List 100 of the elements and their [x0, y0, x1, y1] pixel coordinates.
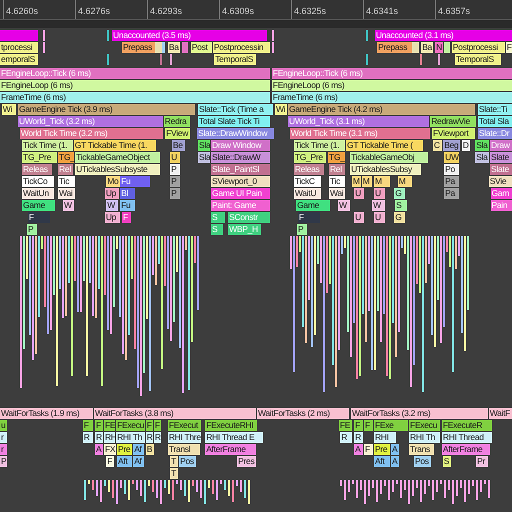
timing-event[interactable]: Prepass	[122, 42, 155, 53]
timing-event[interactable]: W	[338, 200, 350, 211]
timing-event[interactable]: Total Sla	[478, 116, 512, 127]
timing-event[interactable]	[182, 42, 188, 53]
timing-event[interactable]	[170, 54, 172, 65]
timing-event[interactable]: FExecuteR	[442, 420, 492, 431]
timing-event[interactable]: A	[391, 444, 400, 455]
timing-event[interactable]: A	[354, 444, 363, 455]
timing-event[interactable]: AfterFrame	[205, 444, 256, 455]
timing-event[interactable]: TickCo	[22, 176, 54, 187]
timing-event[interactable]: Transl	[168, 444, 200, 455]
timing-event[interactable]: WaitForTasks (2 ms)	[256, 408, 350, 419]
timing-event[interactable]: Slate::DrawW	[211, 152, 270, 163]
timing-event[interactable]	[420, 54, 422, 65]
timing-event[interactable]	[366, 54, 368, 65]
timing-event[interactable]: Up	[104, 188, 120, 199]
timing-event[interactable]: F	[106, 456, 114, 467]
timing-event[interactable]: RHI Thread	[442, 432, 492, 443]
timing-event[interactable]: R	[94, 432, 104, 443]
timing-event[interactable]: U	[374, 188, 386, 199]
timing-event[interactable]: Up	[104, 212, 120, 223]
timing-event[interactable]: r	[0, 432, 8, 443]
timing-event[interactable]: RHI Thre	[168, 432, 202, 443]
timing-event[interactable]: WaitForTasks (1.9 ms)	[0, 408, 94, 419]
timing-event[interactable]: Pre	[117, 444, 132, 455]
timing-event[interactable]: Pa	[444, 176, 459, 187]
timing-event[interactable]: FEngineLoop (6 ms)	[0, 80, 270, 91]
timing-event[interactable]: U	[354, 212, 364, 223]
timing-event[interactable]: WaitF	[488, 408, 512, 419]
timing-event[interactable]	[438, 54, 440, 65]
timing-event[interactable]: Pa	[444, 188, 459, 199]
timing-event[interactable]: Slate	[490, 152, 512, 163]
timing-event[interactable]: GT Tickable Time (	[346, 140, 423, 151]
timing-event[interactable]: WaitForTasks (3.2 ms)	[351, 408, 488, 419]
timing-event[interactable]	[162, 42, 166, 53]
timing-event[interactable]: TG_Pre	[294, 152, 326, 163]
timing-event[interactable]: R	[82, 432, 94, 443]
timing-event[interactable]: F	[364, 420, 374, 431]
timing-event[interactable]: Postprocessi	[452, 42, 505, 53]
timing-event[interactable]: R	[340, 432, 352, 443]
timing-event[interactable]: Slate::Tick (Time a	[198, 104, 274, 115]
timing-event[interactable]: FrameTime (6 ms)	[272, 92, 512, 103]
timing-event[interactable]: R	[154, 432, 162, 443]
timing-event[interactable]: M	[374, 176, 390, 187]
timing-event[interactable]: Ba	[421, 42, 433, 53]
timing-event[interactable]: TG_Pre	[22, 152, 58, 163]
timing-event[interactable]	[366, 30, 368, 41]
timing-event[interactable]: RHI Th	[409, 432, 440, 443]
timing-event[interactable]: Sla	[475, 140, 489, 151]
timing-event[interactable]: TickC	[294, 176, 321, 187]
timing-event[interactable]: P	[170, 188, 180, 199]
timing-event[interactable]: UTickablesSubsyste	[75, 164, 160, 175]
time-ruler[interactable]: 4.6260s 4.6276s 4.6293s 4.6309s 4.6325s 4.6341s 4.6357s	[0, 0, 512, 20]
timing-event[interactable]: GameEngine Tick (4.2 ms)	[288, 104, 476, 115]
timing-event[interactable]: Unaccounted (3.1 ms)	[374, 30, 512, 41]
timing-event[interactable]: G	[394, 212, 405, 223]
timing-event[interactable]: Tick Time (1.	[22, 140, 73, 151]
timing-event[interactable]: U	[354, 188, 364, 199]
timing-event[interactable]: Fu	[120, 176, 150, 187]
timing-event[interactable]: Fu	[120, 200, 135, 211]
timing-event[interactable]: S	[395, 200, 407, 211]
timing-event[interactable]: Aft	[374, 456, 390, 467]
timing-event[interactable]	[43, 42, 46, 53]
timing-event[interactable]: Be	[172, 140, 185, 151]
timing-event[interactable]: GameEngine Tick (3.9 ms)	[18, 104, 195, 115]
timing-event[interactable]: Redra	[164, 116, 190, 127]
timing-event[interactable]: TickableGameObj	[350, 152, 428, 163]
timing-event[interactable]: W	[372, 200, 386, 211]
timing-event[interactable]: Slate::Ti	[478, 104, 512, 115]
timing-event[interactable]: FExecuteRHI	[205, 420, 258, 431]
timing-event[interactable]: Aft	[117, 456, 132, 467]
timing-event[interactable]: RHI Thread E	[205, 432, 263, 443]
timing-event[interactable]: AfterFrame	[442, 444, 490, 455]
timing-event[interactable]: Game	[296, 200, 330, 211]
timing-event[interactable]: S	[442, 456, 451, 467]
timing-event[interactable]: u	[0, 420, 8, 431]
timing-event[interactable]: F	[94, 420, 104, 431]
timing-event[interactable]: P	[170, 164, 180, 175]
timing-event[interactable]: Bl	[120, 188, 135, 199]
timing-event[interactable]: Af	[133, 456, 144, 467]
timing-event[interactable]: WaitUn	[22, 188, 54, 199]
timing-event[interactable]: RedrawVie	[430, 116, 476, 127]
timing-event[interactable]: D	[462, 140, 470, 151]
timing-event[interactable]: C	[432, 140, 442, 151]
timing-event[interactable]: U	[374, 212, 386, 223]
timing-event[interactable]: Tick Time (1.	[294, 140, 346, 151]
timing-event[interactable]: SVie	[488, 176, 512, 187]
timing-event[interactable]: FX	[104, 444, 116, 455]
timing-event[interactable]: F	[364, 444, 374, 455]
timing-event[interactable]: U	[170, 152, 180, 163]
timing-event[interactable]: Slate_PaintSl	[211, 164, 270, 175]
timing-event[interactable]: Beg	[443, 140, 460, 151]
timing-event[interactable]: M	[398, 176, 412, 187]
timing-event[interactable]: Slate	[490, 164, 512, 175]
timing-event[interactable]: Pr	[476, 456, 488, 467]
timing-event[interactable]: RHI	[374, 432, 396, 443]
timing-event[interactable]: tprocessi	[0, 42, 38, 53]
timing-event[interactable]	[272, 30, 274, 41]
timing-event[interactable]: F	[146, 420, 153, 431]
timing-event[interactable]: GT Tickable Time (1.	[74, 140, 156, 151]
